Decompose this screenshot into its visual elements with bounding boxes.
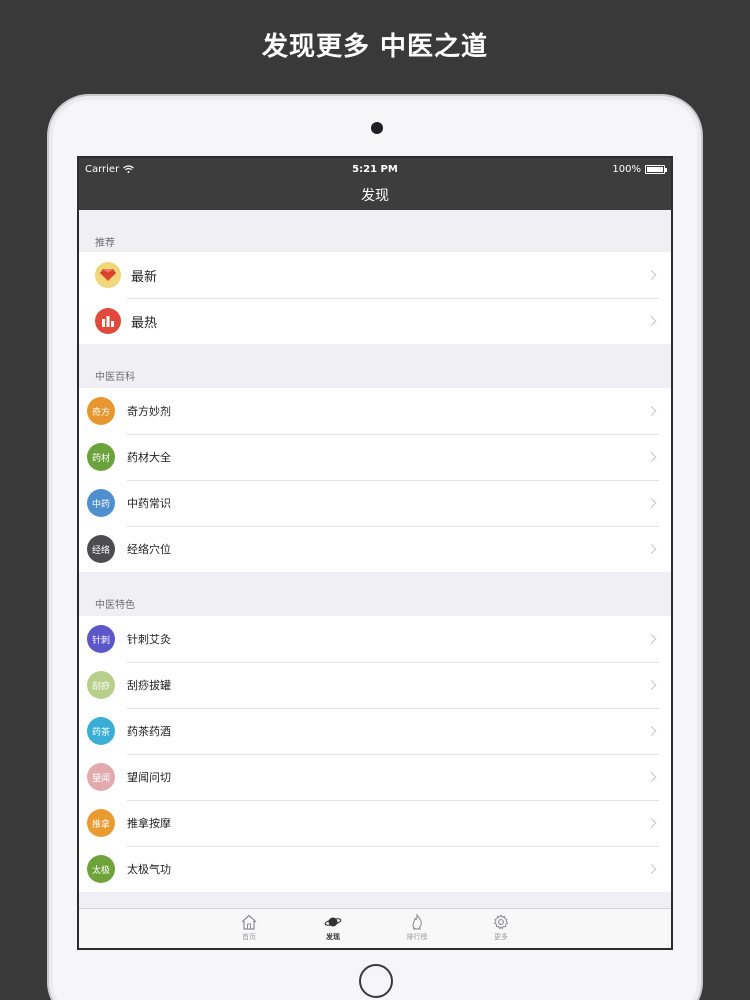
planet-icon [324, 917, 342, 927]
badge-jingluo: 经络 [87, 535, 115, 563]
row-tuina[interactable]: 推拿 推拿按摩 [79, 800, 671, 846]
row-label: 太极气功 [127, 863, 171, 876]
diamond-icon [95, 262, 121, 288]
section-recommend: 最新 最热 [79, 252, 671, 344]
gear-icon [493, 914, 509, 930]
badge-yaocai: 药材 [87, 443, 115, 471]
tab-label: 发现 [326, 933, 340, 941]
tab-ranking[interactable]: 排行榜 [397, 909, 437, 948]
badge-taiji: 太极 [87, 855, 115, 883]
chevron-right-icon [646, 544, 657, 554]
row-label: 针刺艾灸 [127, 633, 171, 646]
row-label: 最热 [131, 315, 158, 331]
badge-zhongyao: 中药 [87, 489, 115, 517]
row-label: 推拿按摩 [127, 817, 171, 830]
row-jingluo[interactable]: 经络 经络穴位 [79, 526, 671, 572]
tab-bar: 首页 发现 排行榜 更多 [79, 908, 671, 948]
home-icon [241, 914, 257, 930]
row-taiji[interactable]: 太极 太极气功 [79, 846, 671, 892]
section-header-recommend: 推荐 [95, 238, 115, 249]
promo-title: 发现更多 中医之道 [261, 32, 489, 62]
home-button[interactable] [359, 964, 393, 998]
chevron-right-icon [646, 726, 657, 736]
row-label: 最新 [131, 269, 158, 285]
tab-home[interactable]: 首页 [229, 909, 269, 948]
chevron-right-icon [646, 316, 657, 326]
row-hottest[interactable]: 最热 [79, 298, 671, 344]
app-screen: Carrier 5:21 PM 100% 发现 推荐 最新 最热 中医百科 奇方… [77, 156, 673, 950]
chevron-right-icon [646, 406, 657, 416]
badge-wangwen: 望闻 [87, 763, 115, 791]
row-latest[interactable]: 最新 [79, 252, 671, 298]
flame-icon [412, 914, 422, 930]
chevron-right-icon [646, 772, 657, 782]
chevron-right-icon [646, 864, 657, 874]
row-guasha[interactable]: 刮痧 刮痧拔罐 [79, 662, 671, 708]
section-header-encyclopedia: 中医百科 [95, 372, 135, 383]
tab-label: 更多 [494, 933, 508, 941]
row-zhongyao[interactable]: 中药 中药常识 [79, 480, 671, 526]
wifi-icon [123, 165, 135, 173]
row-zhenci[interactable]: 针刺 针刺艾灸 [79, 616, 671, 662]
badge-tuina: 推拿 [87, 809, 115, 837]
row-label: 望闻问切 [127, 771, 171, 784]
badge-yaocha: 药茶 [87, 717, 115, 745]
chevron-right-icon [646, 634, 657, 644]
nav-bar: 发现 [79, 180, 671, 210]
nav-title: 发现 [361, 188, 389, 204]
chevron-right-icon [646, 270, 657, 280]
tab-discover[interactable]: 发现 [313, 909, 353, 948]
row-label: 刮痧拔罐 [127, 679, 171, 692]
row-label: 奇方妙剂 [127, 405, 171, 418]
tab-label: 排行榜 [406, 933, 428, 941]
badge-guasha: 刮痧 [87, 671, 115, 699]
section-header-features: 中医特色 [95, 600, 135, 611]
battery-percent: 100% [612, 163, 641, 175]
chevron-right-icon [646, 452, 657, 462]
tab-more[interactable]: 更多 [481, 909, 521, 948]
carrier-label: Carrier [85, 163, 120, 175]
row-label: 药茶药酒 [127, 725, 171, 738]
row-label: 药材大全 [127, 451, 171, 464]
row-wangwen[interactable]: 望闻 望闻问切 [79, 754, 671, 800]
section-features: 针刺 针刺艾灸 刮痧 刮痧拔罐 药茶 药茶药酒 望闻 望闻问切 推拿 推拿按摩 … [79, 616, 671, 892]
bar-chart-icon [95, 308, 121, 334]
camera-icon [371, 122, 383, 134]
tab-label: 首页 [242, 933, 256, 941]
status-time: 5:21 PM [352, 163, 398, 175]
battery-icon [645, 164, 667, 174]
badge-qifang: 奇方 [87, 397, 115, 425]
row-label: 中药常识 [127, 497, 171, 510]
row-yaocai[interactable]: 药材 药材大全 [79, 434, 671, 480]
chevron-right-icon [646, 818, 657, 828]
row-label: 经络穴位 [127, 543, 171, 556]
row-yaocha[interactable]: 药茶 药茶药酒 [79, 708, 671, 754]
status-bar: Carrier 5:21 PM 100% [79, 158, 671, 180]
chevron-right-icon [646, 498, 657, 508]
chevron-right-icon [646, 680, 657, 690]
row-qifang[interactable]: 奇方 奇方妙剂 [79, 388, 671, 434]
discover-list[interactable]: 推荐 最新 最热 中医百科 奇方 奇方妙剂 药材 药材大全 中药 中药常识 经络… [79, 210, 671, 910]
section-encyclopedia: 奇方 奇方妙剂 药材 药材大全 中药 中药常识 经络 经络穴位 [79, 388, 671, 572]
badge-zhenci: 针刺 [87, 625, 115, 653]
